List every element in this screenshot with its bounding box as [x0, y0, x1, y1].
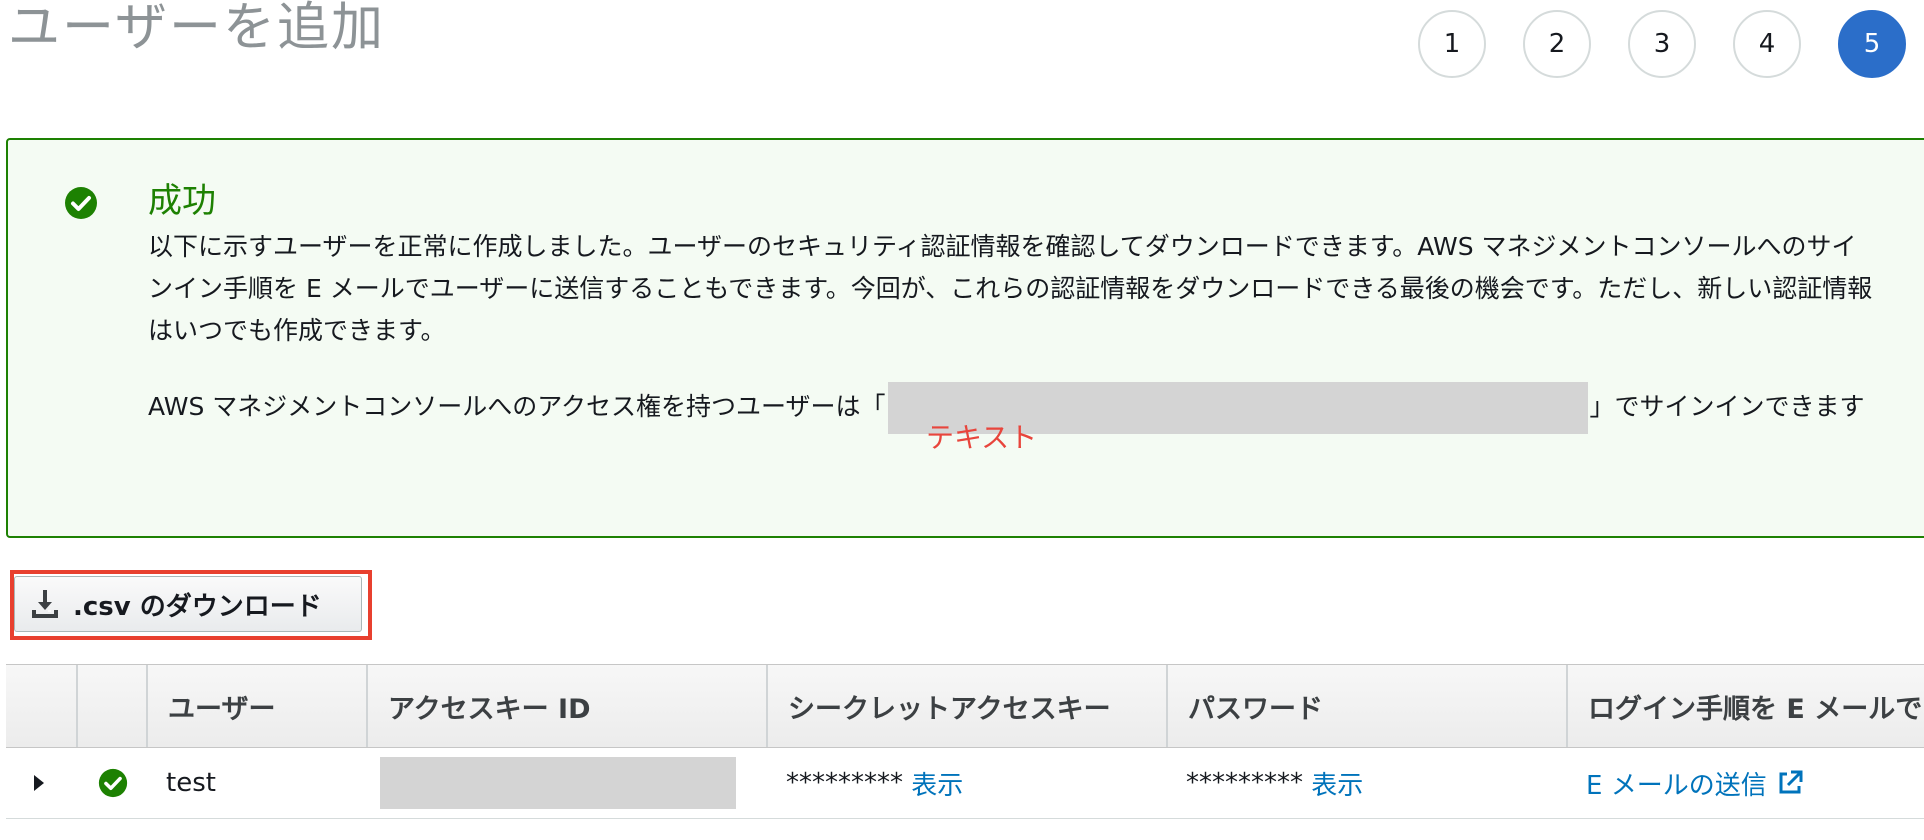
row-status [98, 748, 128, 818]
caret-right-icon [34, 775, 44, 791]
csv-download-label: .csv のダウンロード [73, 591, 322, 622]
column-header-user[interactable]: ユーザー [146, 665, 374, 747]
annotation-text: テキスト [926, 421, 1038, 454]
credentials-table: ユーザー アクセスキー ID シークレットアクセスキー パスワード ログイン手順… [6, 664, 1924, 819]
password-show-link[interactable]: 表示 [1311, 765, 1363, 802]
redacted-access-key [380, 757, 736, 809]
check-circle-icon [98, 768, 128, 798]
download-icon [32, 590, 58, 618]
table-header: ユーザー アクセスキー ID シークレットアクセスキー パスワード ログイン手順… [6, 664, 1924, 748]
alert-message: 以下に示すユーザーを正常に作成しました。ユーザーのセキュリティ認証情報を確認して… [148, 232, 1873, 345]
cell-email-login: E メールの送信 [1586, 748, 1805, 818]
step-5[interactable]: 5 [1838, 10, 1906, 78]
signin-suffix: 」でサインインできます [1589, 392, 1865, 421]
password-masked: ********* [1186, 768, 1303, 798]
row-expand[interactable] [32, 748, 46, 818]
external-link-icon[interactable] [1775, 768, 1805, 798]
send-email-link[interactable]: E メールの送信 [1586, 765, 1767, 802]
column-header-access-key-id[interactable]: アクセスキー ID [366, 665, 766, 747]
step-1[interactable]: 1 [1418, 10, 1486, 78]
column-header-status [76, 665, 146, 747]
column-header-expand [6, 665, 76, 747]
cell-access-key-id [380, 748, 736, 818]
secret-show-link[interactable]: 表示 [911, 765, 963, 802]
check-circle-icon [65, 187, 97, 219]
cell-user: test [166, 768, 216, 798]
cell-secret-access-key: ********* 表示 [786, 748, 963, 818]
cell-password: ********* 表示 [1186, 748, 1363, 818]
signin-prefix: AWS マネジメントコンソールへのアクセス権を持つユーザーは「 [148, 392, 886, 421]
add-user-page: ユーザーを追加 1 2 3 4 5 成功 以下に示すユーザーを正常に作成しました… [0, 0, 1924, 840]
step-2[interactable]: 2 [1523, 10, 1591, 78]
step-3[interactable]: 3 [1628, 10, 1696, 78]
step-4[interactable]: 4 [1733, 10, 1801, 78]
column-header-email-login[interactable]: ログイン手順を E メールで [1566, 665, 1924, 747]
table-row: test ********* 表示 ********* 表示 E メールの送信 [6, 748, 1924, 819]
column-header-secret-access-key[interactable]: シークレットアクセスキー [766, 665, 1166, 747]
success-alert: 成功 以下に示すユーザーを正常に作成しました。ユーザーのセキュリティ認証情報を確… [6, 138, 1924, 538]
column-header-password[interactable]: パスワード [1166, 665, 1566, 747]
csv-download-button[interactable]: .csv のダウンロード [14, 576, 362, 632]
alert-title: 成功 [148, 181, 216, 221]
secret-masked: ********* [786, 768, 903, 798]
page-title: ユーザーを追加 [8, 0, 385, 58]
